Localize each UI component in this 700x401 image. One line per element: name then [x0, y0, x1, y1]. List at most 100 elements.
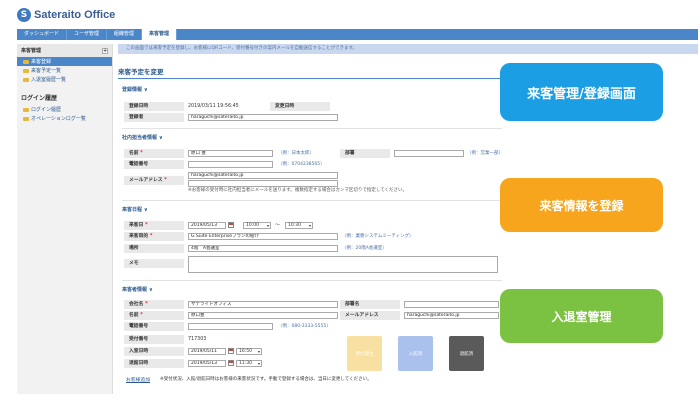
calendar-icon[interactable] — [228, 222, 234, 228]
collapse-icon[interactable]: + — [102, 47, 108, 54]
visitor-phone-field[interactable] — [188, 323, 273, 330]
visitor-phone-hint: （例：080-3333-5555） — [278, 324, 331, 329]
tab-org-management[interactable]: 組織管理 — [107, 29, 142, 40]
time-from-select[interactable]: 10:00 — [243, 222, 271, 229]
divider — [122, 128, 502, 129]
staff-email-label-text: メールアドレス — [129, 178, 163, 183]
tab-dashboard[interactable]: ダッシュボード — [17, 29, 68, 40]
sidebar-item-label: オペレーションログ一覧 — [31, 116, 86, 122]
staff-email-note: ※お客様の受付時に社内担当者にメールを送ります。複数指定する場合はカンマ区切りで… — [188, 188, 408, 193]
sidebar-visitor-header: 来客管理 + — [17, 44, 112, 57]
page-title: 来客予定を変更 — [118, 58, 508, 79]
visitor-name-label: 名前 * — [124, 311, 184, 320]
logo-name: Sateraito Office — [34, 9, 116, 21]
company-field[interactable]: サテライトオフィス — [188, 301, 338, 308]
exit-date-field[interactable]: 2019/05/13 — [188, 360, 226, 367]
sidebar-item-label: 来客登録 — [31, 59, 52, 65]
place-hint: （例：20階A会議室） — [342, 246, 387, 251]
staff-name-label: 名前 * — [124, 149, 184, 158]
visitor-dept-field[interactable] — [404, 301, 499, 308]
callout-text: 入退室管理 — [551, 309, 612, 324]
visitor-dept-label: 部署名 — [340, 300, 400, 309]
section-schedule-title[interactable]: 来客日程 ∨ — [122, 206, 148, 213]
sidebar-item-label: 入退室履歴一覧 — [31, 77, 67, 83]
folder-icon — [23, 116, 29, 121]
callout-register-visitor: 来客情報を登録 — [500, 178, 663, 232]
calendar-icon[interactable] — [228, 360, 234, 366]
visitor-name-label-text: 名前 — [129, 313, 139, 318]
memo-field[interactable] — [188, 256, 498, 273]
checked-in-button[interactable]: 入館済 — [398, 336, 433, 371]
sidebar-log-title: ログイン履歴 — [21, 95, 58, 102]
visitor-email-label: メールアドレス — [340, 311, 400, 320]
reception-issued-button[interactable]: 受付発生 — [347, 336, 382, 371]
staff-dept-field[interactable] — [394, 150, 464, 157]
checked-out-button[interactable]: 退館済 — [449, 336, 484, 371]
section-registration-title[interactable]: 登録情報 ∨ — [122, 86, 148, 93]
staff-phone-field[interactable] — [188, 161, 273, 168]
info-notice: この画面では来客予定を登録し、お客様にQRコード、受付番号付きの案内メールを自動… — [118, 44, 698, 54]
sidebar-item-visitor-register[interactable]: 来客登録 — [17, 57, 112, 66]
folder-icon — [23, 107, 29, 112]
company-label: 会社名 * — [124, 300, 184, 309]
visitor-name-field[interactable]: 原口豊 — [188, 312, 338, 319]
staff-email-field[interactable]: haraguchi@sateraito.jp — [188, 172, 338, 179]
entry-date-field[interactable]: 2019/05/11 — [188, 348, 226, 355]
sidebar-item-operation-log[interactable]: オペレーションログ一覧 — [17, 114, 112, 123]
registrant-field[interactable]: haraguchi@sateraito.jp — [188, 114, 338, 121]
footer-note: ※受付状況、入館/退館日時はお客様の来客状況です。手動で登録する場合は、当日に変… — [160, 377, 372, 382]
time-range-separator: 〜 — [275, 223, 280, 228]
section-visitor-title[interactable]: 来客者情報 ∨ — [122, 286, 153, 293]
sidebar-item-label: ログイン履歴 — [31, 107, 62, 113]
visitor-phone-label: 電話番号 — [124, 322, 184, 331]
place-field[interactable]: 4階 A会議室 — [188, 245, 338, 252]
registered-at-label: 登録日時 — [124, 102, 184, 111]
staff-phone-label: 電話番号 — [124, 160, 184, 169]
sidebar-item-label: 来客予定一覧 — [31, 68, 62, 74]
divider — [122, 280, 502, 281]
receipt-label: 受付番号 — [124, 335, 184, 344]
company-label-text: 会社名 — [129, 302, 144, 307]
visit-date-label-text: 来客日 — [129, 223, 144, 228]
top-nav: ダッシュボード ユーザ管理 組織管理 来客管理 — [17, 29, 698, 40]
purpose-field[interactable]: G Suite Enterpriseプランの紹介 — [188, 233, 338, 240]
staff-email-label: メールアドレス * — [124, 176, 184, 185]
visitor-email-field[interactable]: haraguchi@sateraito.jp — [404, 312, 499, 319]
staff-name-hint: （例：日本太郎） — [278, 151, 314, 156]
app-header: S Sateraito Office — [0, 0, 700, 30]
tab-visitor-management[interactable]: 来客管理 — [141, 29, 177, 40]
purpose-hint: （例：業務システムミーティング） — [342, 234, 414, 239]
divider — [122, 200, 502, 201]
staff-dept-hint: （例：営業一部） — [467, 151, 503, 156]
time-to-select[interactable]: 10:30 — [285, 222, 313, 229]
purpose-label-text: 来客目的 — [129, 234, 149, 239]
staff-dept-label: 部署 — [340, 149, 390, 158]
sidebar: 来客管理 + 来客登録 来客予定一覧 入退室履歴一覧 ログイン履歴 ログイン履歴… — [17, 44, 113, 394]
tab-user-management[interactable]: ユーザ管理 — [67, 29, 107, 40]
sidebar-visitor-title: 来客管理 — [21, 48, 42, 54]
callout-text: 来客管理/登録画面 — [527, 86, 636, 102]
exit-datetime-label: 退館日時 — [124, 359, 184, 368]
visit-date-label: 来客日 * — [124, 221, 184, 230]
staff-name-label-text: 名前 — [129, 151, 139, 156]
folder-icon — [23, 77, 29, 82]
registrant-label: 登録者 — [124, 113, 184, 122]
sidebar-item-visitor-schedule-list[interactable]: 来客予定一覧 — [17, 66, 112, 75]
add-visitor-link[interactable]: お客様追加 — [126, 376, 150, 383]
callout-entry-exit: 入退室管理 — [500, 289, 663, 343]
exit-time-select[interactable]: 11:30 — [236, 360, 262, 367]
sidebar-item-entry-history[interactable]: 入退室履歴一覧 — [17, 75, 112, 84]
callout-visitor-management: 来客管理/登録画面 — [500, 63, 663, 121]
callout-text: 来客情報を登録 — [539, 198, 624, 213]
calendar-icon[interactable] — [228, 348, 234, 354]
sidebar-item-login-history[interactable]: ログイン履歴 — [17, 105, 112, 114]
entry-time-select[interactable]: 16:50 — [236, 348, 262, 355]
visit-date-field[interactable]: 2019/05/13 — [188, 222, 226, 229]
updated-at-label: 変更日時 — [270, 102, 330, 111]
memo-label: メモ — [124, 259, 184, 268]
staff-name-field[interactable]: 原口 豊 — [188, 150, 273, 157]
app-logo[interactable]: S Sateraito Office — [17, 8, 115, 22]
entry-datetime-label: 入室日時 — [124, 347, 184, 356]
section-staff-title[interactable]: 社内担当者情報 ∨ — [122, 134, 163, 141]
staff-phone-hint: （例：0704238565） — [278, 162, 325, 167]
